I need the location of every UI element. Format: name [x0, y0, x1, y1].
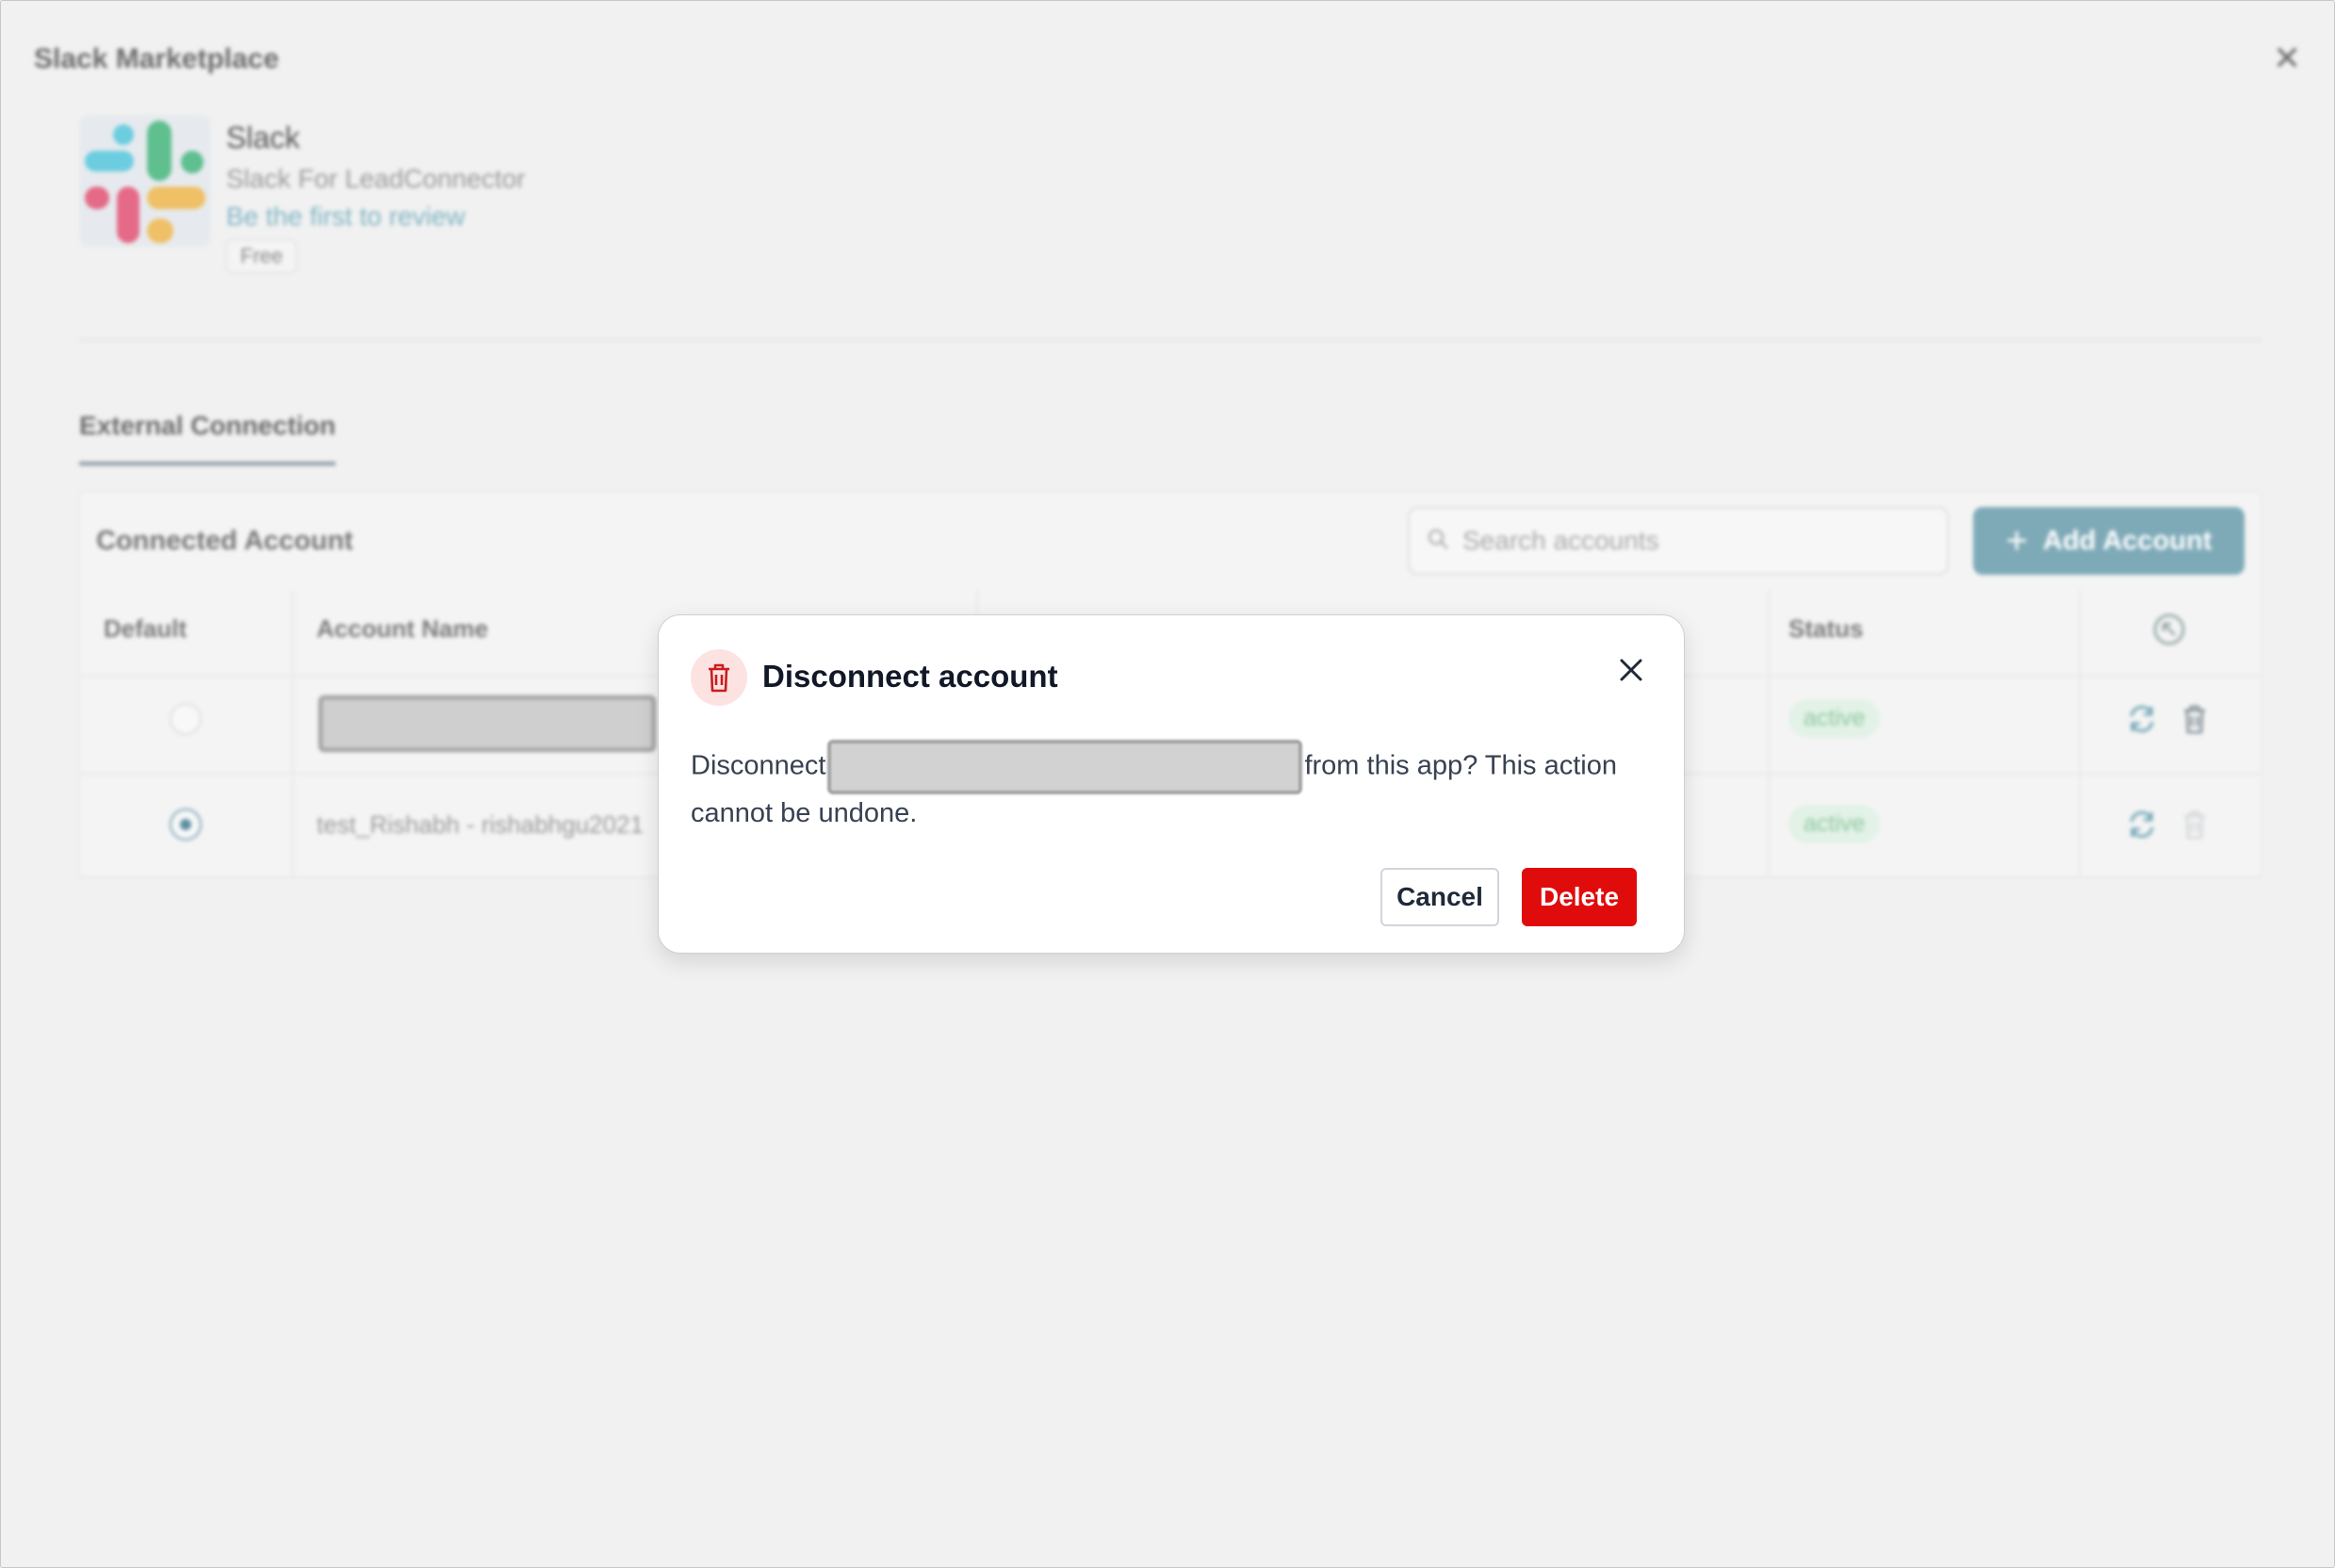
search-placeholder: Search accounts — [1462, 526, 1659, 555]
column-header-account-name: Account Name — [317, 614, 489, 643]
column-divider — [2079, 590, 2081, 878]
cancel-button[interactable]: Cancel — [1380, 868, 1499, 926]
status-badge: active — [1788, 699, 1881, 738]
app-subtitle: Slack For LeadConnector — [226, 164, 526, 193]
page-title: Slack Marketplace — [34, 43, 280, 74]
review-link[interactable]: Be the first to review — [226, 202, 465, 232]
redacted-account-name — [827, 740, 1303, 794]
trash-icon[interactable] — [2180, 703, 2213, 735]
add-account-label: Add Account — [2043, 525, 2213, 556]
default-radio-selected[interactable] — [170, 808, 202, 841]
trash-icon — [691, 649, 747, 706]
close-icon[interactable] — [1612, 651, 1650, 689]
dialog-title: Disconnect account — [762, 659, 1058, 694]
dialog-message: Disconnect from this app? This action can… — [691, 740, 1661, 832]
price-badge: Free — [226, 239, 298, 273]
app-name: Slack — [226, 121, 301, 155]
default-radio[interactable] — [170, 703, 202, 735]
column-header-default: Default — [104, 614, 188, 643]
redacted-account-name — [318, 695, 656, 752]
column-header-status: Status — [1788, 614, 1864, 643]
search-input[interactable]: Search accounts — [1408, 507, 1949, 575]
tab-external-connection[interactable]: External Connection — [79, 411, 336, 466]
refresh-icon[interactable] — [2126, 703, 2158, 735]
disconnect-account-dialog: Disconnect account Disconnect from this a… — [658, 614, 1685, 954]
plus-icon: + — [2005, 520, 2028, 562]
column-divider — [1768, 590, 1770, 878]
delete-button[interactable]: Delete — [1522, 868, 1637, 926]
dialog-text-before: Disconnect — [691, 750, 826, 781]
panel-title: Connected Account — [96, 526, 353, 556]
column-settings-icon[interactable] — [2152, 612, 2185, 645]
divider — [79, 339, 2262, 341]
column-divider — [292, 590, 294, 878]
add-account-button[interactable]: + Add Account — [1973, 507, 2245, 575]
account-name-cell: test_Rishabh - rishabhgu2021 — [317, 810, 644, 839]
trash-icon-disabled — [2180, 808, 2213, 841]
refresh-icon[interactable] — [2126, 808, 2158, 841]
status-badge: active — [1788, 805, 1881, 843]
slack-logo — [79, 115, 211, 247]
close-icon[interactable]: ✕ — [2273, 41, 2301, 75]
search-icon — [1428, 529, 1448, 549]
